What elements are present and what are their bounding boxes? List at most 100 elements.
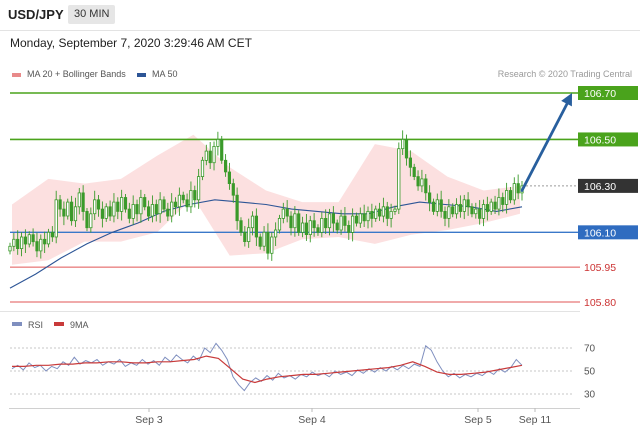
candle-body bbox=[39, 238, 43, 252]
candle-body bbox=[362, 213, 366, 222]
price-label-106-50: 106.50 bbox=[584, 134, 616, 146]
candle-body bbox=[300, 222, 305, 233]
candle-body bbox=[281, 208, 285, 219]
price-label-106-70: 106.70 bbox=[584, 88, 616, 100]
x-tick-label: Sep 5 bbox=[464, 414, 492, 426]
candle-body bbox=[258, 236, 262, 247]
candle-body bbox=[243, 231, 247, 243]
candle-body bbox=[493, 201, 497, 210]
candle-body bbox=[377, 208, 382, 217]
candle-body bbox=[451, 206, 455, 215]
rsi-tick-70: 70 bbox=[584, 344, 596, 355]
candle-body bbox=[208, 150, 212, 164]
candle-body bbox=[146, 206, 151, 217]
candle-body bbox=[308, 220, 312, 235]
candle-body bbox=[285, 208, 289, 217]
candle-body bbox=[23, 236, 28, 245]
candle-body bbox=[116, 201, 120, 212]
candle-body bbox=[66, 201, 70, 217]
candle-body bbox=[46, 231, 51, 245]
candle-body bbox=[366, 210, 370, 222]
candle-body bbox=[512, 183, 516, 201]
candle-body bbox=[266, 231, 270, 254]
candle-body bbox=[466, 199, 470, 208]
projection-line bbox=[520, 98, 571, 192]
candle-body bbox=[489, 201, 493, 212]
candle-body bbox=[320, 217, 324, 233]
candle-body bbox=[273, 229, 278, 238]
candle-body bbox=[131, 204, 135, 219]
candle-body bbox=[397, 148, 401, 210]
candle-body bbox=[54, 199, 58, 238]
candle-body bbox=[93, 199, 97, 215]
candle-body bbox=[231, 183, 235, 196]
candle-body bbox=[108, 206, 112, 217]
candle-body bbox=[112, 201, 116, 217]
candle-body bbox=[89, 213, 93, 229]
candle-body bbox=[123, 197, 128, 210]
candle-body bbox=[431, 201, 436, 212]
candle-body bbox=[104, 206, 108, 219]
candle-body bbox=[27, 234, 31, 245]
candle-body bbox=[462, 199, 466, 212]
x-tick-label: Sep 11 bbox=[519, 414, 552, 426]
candle-body bbox=[370, 210, 374, 219]
candle-body bbox=[427, 192, 432, 203]
candle-body bbox=[270, 236, 274, 254]
candle-body bbox=[96, 199, 101, 210]
candle-body bbox=[393, 208, 397, 212]
price-labels: 106.70 106.50 106.30 106.10 105.95 105.80 bbox=[578, 86, 638, 309]
candle-body bbox=[508, 190, 513, 201]
candle-body bbox=[420, 178, 424, 187]
candle-body bbox=[223, 159, 228, 173]
candle-body bbox=[158, 199, 162, 215]
candle-body bbox=[177, 194, 181, 208]
price-label-105-95: 105.95 bbox=[584, 262, 616, 274]
candle-body bbox=[516, 183, 520, 194]
candle-body bbox=[127, 208, 131, 219]
rsi-panel: RSI 9MA 70 50 30 bbox=[10, 320, 596, 401]
rsi-ma-line bbox=[12, 355, 523, 384]
candle-body bbox=[474, 208, 478, 215]
candle-body bbox=[16, 238, 20, 250]
rsi-legend-label: RSI bbox=[28, 320, 43, 330]
candle-body bbox=[454, 204, 459, 215]
x-tick-label: Sep 4 bbox=[298, 414, 326, 426]
candle-body bbox=[19, 236, 24, 250]
candle-body bbox=[385, 206, 389, 219]
candle-body bbox=[335, 222, 339, 231]
candle-body bbox=[277, 217, 282, 231]
candle-body bbox=[470, 206, 474, 215]
candle-body bbox=[139, 197, 143, 215]
candle-body bbox=[293, 213, 297, 229]
bollinger-band bbox=[12, 134, 520, 265]
candle-body bbox=[416, 176, 420, 187]
candle-body bbox=[120, 197, 124, 212]
candle-body bbox=[100, 208, 104, 219]
candle-body bbox=[43, 238, 47, 245]
candle-body bbox=[439, 199, 443, 212]
candle-body bbox=[235, 194, 239, 222]
candle-body bbox=[154, 204, 158, 215]
candle-body bbox=[347, 224, 351, 233]
candle-body bbox=[478, 208, 482, 219]
chart-widget: USD/JPY 30 MIN Monday, September 7, 2020… bbox=[0, 0, 640, 434]
candle-body bbox=[350, 215, 355, 233]
candle-body bbox=[204, 150, 208, 161]
candle-body bbox=[85, 210, 89, 229]
candle-body bbox=[81, 192, 85, 212]
projection-arrow bbox=[520, 93, 572, 192]
candle-body bbox=[443, 210, 447, 219]
rsi-legend-swatch bbox=[12, 322, 22, 326]
candle-body bbox=[250, 215, 255, 229]
candle-body bbox=[193, 190, 197, 201]
candle-body bbox=[196, 176, 201, 201]
candle-body bbox=[339, 215, 343, 231]
candle-body bbox=[374, 208, 378, 219]
candle-body bbox=[435, 199, 439, 212]
candle-body bbox=[166, 208, 170, 217]
candle-body bbox=[181, 194, 185, 201]
candle-body bbox=[239, 220, 243, 233]
candle-body bbox=[381, 206, 386, 217]
candle-body bbox=[408, 157, 413, 168]
